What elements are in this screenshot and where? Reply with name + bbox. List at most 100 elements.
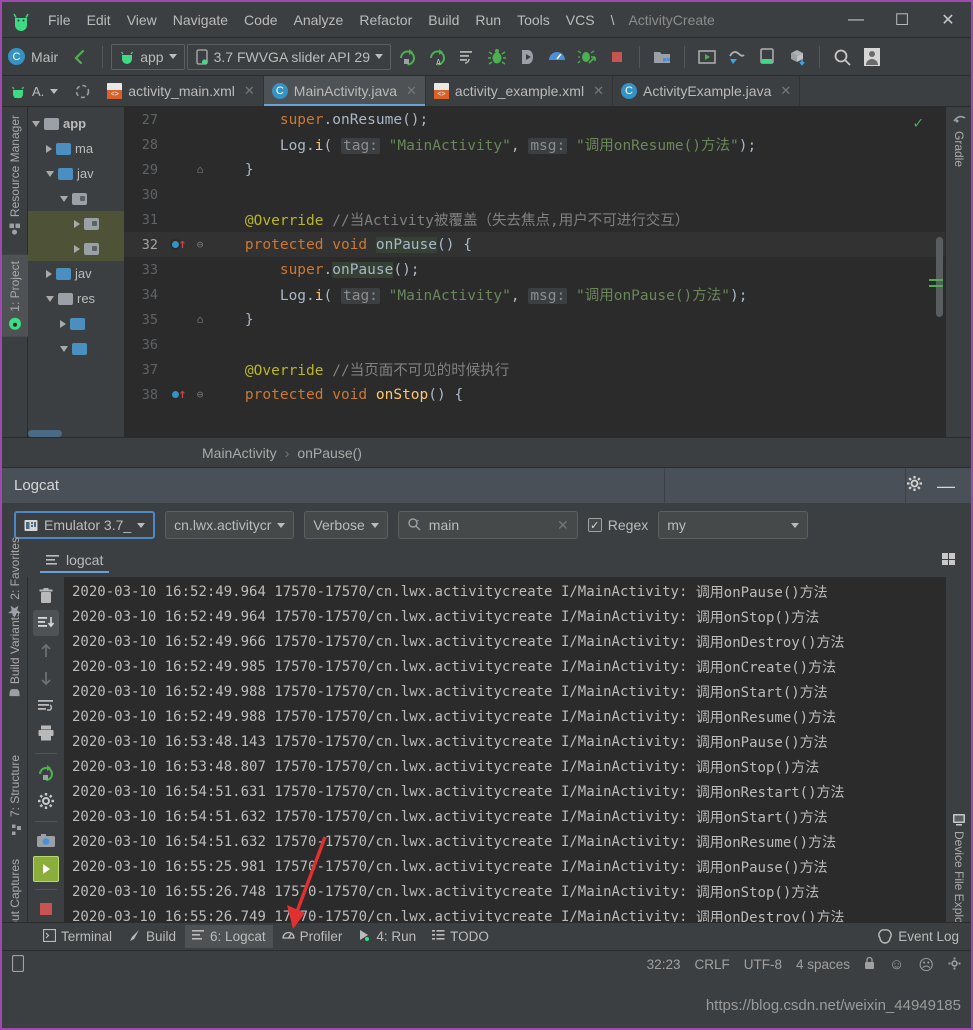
code-line[interactable]: 38 ↑ ⊖ protected void onStop() { xyxy=(124,382,945,407)
code-line[interactable]: 29 ⌂ } xyxy=(124,157,945,182)
sync-gradle-icon[interactable] xyxy=(723,43,751,71)
down-arrow-icon[interactable] xyxy=(33,665,59,690)
editor-vscrollbar[interactable] xyxy=(936,237,943,317)
settings-icon[interactable] xyxy=(33,788,59,813)
profiler-icon[interactable] xyxy=(543,43,571,71)
close-icon[interactable]: ✕ xyxy=(593,83,604,99)
tree-node[interactable]: jav xyxy=(28,261,124,286)
search-icon[interactable] xyxy=(828,43,856,71)
chevron-right-icon[interactable] xyxy=(60,319,66,328)
logcat-search-field[interactable]: main ✕ xyxy=(397,511,578,539)
sidebar-item-project[interactable]: 1: Project xyxy=(2,255,28,337)
device-selector[interactable]: 3.7 FWVGA slider API 29 xyxy=(186,43,391,70)
close-icon[interactable]: ✕ xyxy=(780,83,791,99)
layout-inspector-icon[interactable] xyxy=(753,43,781,71)
logcat-row[interactable]: 2020-03-10 16:52:49.966 17570-17570/cn.l… xyxy=(64,629,945,654)
apply-changes-icon[interactable] xyxy=(453,43,481,71)
sdk-manager-icon[interactable] xyxy=(648,43,676,71)
up-arrow-icon[interactable] xyxy=(33,638,59,663)
android-view-selector[interactable]: A. xyxy=(2,76,66,106)
tree-node[interactable]: res xyxy=(28,286,124,311)
menu-view[interactable]: View xyxy=(119,9,165,31)
device-manager-icon[interactable] xyxy=(783,43,811,71)
editor-tab-activity_example-xml[interactable]: activity_example.xml ✕ xyxy=(426,76,613,106)
minimize-icon[interactable]: — xyxy=(937,477,955,495)
breadcrumb-method[interactable]: onPause() xyxy=(297,445,362,461)
tree-node[interactable] xyxy=(28,211,124,236)
gear-icon[interactable] xyxy=(948,957,961,973)
inspection-status-badge[interactable]: ✓ xyxy=(913,113,923,132)
tree-node[interactable] xyxy=(28,311,124,336)
override-method-marker-icon[interactable]: ↑ xyxy=(166,237,190,252)
close-icon[interactable]: ✕ xyxy=(244,83,255,99)
avd-manager-icon[interactable] xyxy=(693,43,721,71)
tree-node[interactable] xyxy=(28,236,124,261)
stop-icon[interactable] xyxy=(603,43,631,71)
logcat-row[interactable]: 2020-03-10 16:55:26.748 17570-17570/cn.l… xyxy=(64,879,945,904)
print-icon[interactable] xyxy=(33,720,59,745)
menu-navigate[interactable]: Navigate xyxy=(165,9,236,31)
device-status-icon[interactable] xyxy=(11,954,25,975)
menu-code[interactable]: Code xyxy=(236,9,285,31)
logcat-row[interactable]: 2020-03-10 16:52:49.964 17570-17570/cn.l… xyxy=(64,604,945,629)
sidebar-item-structure[interactable]: 7: Structure xyxy=(2,749,28,841)
run-anything-icon[interactable]: A xyxy=(423,43,451,71)
editor-tab-activity_main-xml[interactable]: activity_main.xml ✕ xyxy=(99,76,264,106)
device-dropdown[interactable]: Emulator 3.7_ xyxy=(14,511,156,539)
code-line[interactable]: 32 ↑ ⊖ protected void onPause() { xyxy=(124,232,945,257)
chevron-down-icon[interactable] xyxy=(46,295,54,302)
close-button[interactable]: ✕ xyxy=(925,3,971,37)
screenshot-icon[interactable] xyxy=(33,829,59,854)
module-selector[interactable]: app xyxy=(111,43,185,70)
breadcrumb-class[interactable]: MainActivity xyxy=(202,445,277,461)
code-fold-icon[interactable]: ⊖ xyxy=(190,238,210,251)
code-line[interactable]: 34 Log.i( tag: "MainActivity", msg: "调用o… xyxy=(124,282,945,307)
logcat-row[interactable]: 2020-03-10 16:55:26.749 17570-17570/cn.l… xyxy=(64,904,945,923)
chevron-right-icon[interactable] xyxy=(46,269,52,278)
sad-face-icon[interactable]: ☹ xyxy=(918,956,934,974)
clear-logcat-icon[interactable] xyxy=(33,583,59,608)
logcat-layout-icon[interactable] xyxy=(941,552,971,573)
logcat-row[interactable]: 2020-03-10 16:52:49.985 17570-17570/cn.l… xyxy=(64,654,945,679)
code-line[interactable]: 28 Log.i( tag: "MainActivity", msg: "调用o… xyxy=(124,132,945,157)
project-tree-hscrollbar[interactable] xyxy=(28,430,62,437)
class-breadcrumb-label[interactable]: Mair xyxy=(31,49,58,65)
tree-node[interactable] xyxy=(28,336,124,361)
debug-app-icon[interactable] xyxy=(573,43,601,71)
chevron-down-icon[interactable] xyxy=(60,195,68,202)
menu-tools[interactable]: Tools xyxy=(509,9,558,31)
tab-logcat[interactable]: logcat xyxy=(40,552,109,573)
maximize-button[interactable]: ☐ xyxy=(879,3,925,37)
code-line[interactable]: 36 xyxy=(124,332,945,357)
line-separator[interactable]: CRLF xyxy=(694,957,729,972)
screen-record-icon[interactable] xyxy=(33,856,59,882)
filter-dropdown[interactable]: my xyxy=(658,511,809,539)
menu-more[interactable]: \ xyxy=(603,9,623,31)
stop-icon[interactable] xyxy=(33,897,59,922)
logcat-row[interactable]: 2020-03-10 16:53:48.143 17570-17570/cn.l… xyxy=(64,729,945,754)
tool-window-profiler[interactable]: Profiler xyxy=(275,925,350,949)
minimize-button[interactable]: — xyxy=(833,3,879,37)
chevron-right-icon[interactable] xyxy=(46,144,52,153)
logcat-row[interactable]: 2020-03-10 16:55:25.981 17570-17570/cn.l… xyxy=(64,854,945,879)
scroll-to-end-icon[interactable] xyxy=(33,610,59,636)
logcat-row[interactable]: 2020-03-10 16:52:49.988 17570-17570/cn.l… xyxy=(64,679,945,704)
code-line[interactable]: 30 xyxy=(124,182,945,207)
logcat-row[interactable]: 2020-03-10 16:54:51.632 17570-17570/cn.l… xyxy=(64,804,945,829)
tree-node[interactable]: ma xyxy=(28,136,124,161)
override-method-marker-icon[interactable]: ↑ xyxy=(166,387,190,402)
tool-window-todo[interactable]: TODO xyxy=(425,925,496,948)
editor-tab-activityexample-java[interactable]: C ActivityExample.java ✕ xyxy=(613,76,801,106)
lock-icon[interactable] xyxy=(864,956,875,973)
tool-window-build[interactable]: Build xyxy=(121,925,183,949)
menu-vcs[interactable]: VCS xyxy=(558,9,603,31)
tool-window-logcat[interactable]: 6: Logcat xyxy=(185,925,273,948)
logcat-row[interactable]: 2020-03-10 16:54:51.632 17570-17570/cn.l… xyxy=(64,829,945,854)
menu-analyze[interactable]: Analyze xyxy=(286,9,352,31)
menu-build[interactable]: Build xyxy=(420,9,467,31)
menu-file[interactable]: File xyxy=(40,9,79,31)
menu-edit[interactable]: Edit xyxy=(79,9,119,31)
code-line[interactable]: 33 super.onPause(); xyxy=(124,257,945,282)
code-fold-icon[interactable]: ⌂ xyxy=(190,313,210,326)
event-log-button[interactable]: Event Log xyxy=(878,929,971,944)
